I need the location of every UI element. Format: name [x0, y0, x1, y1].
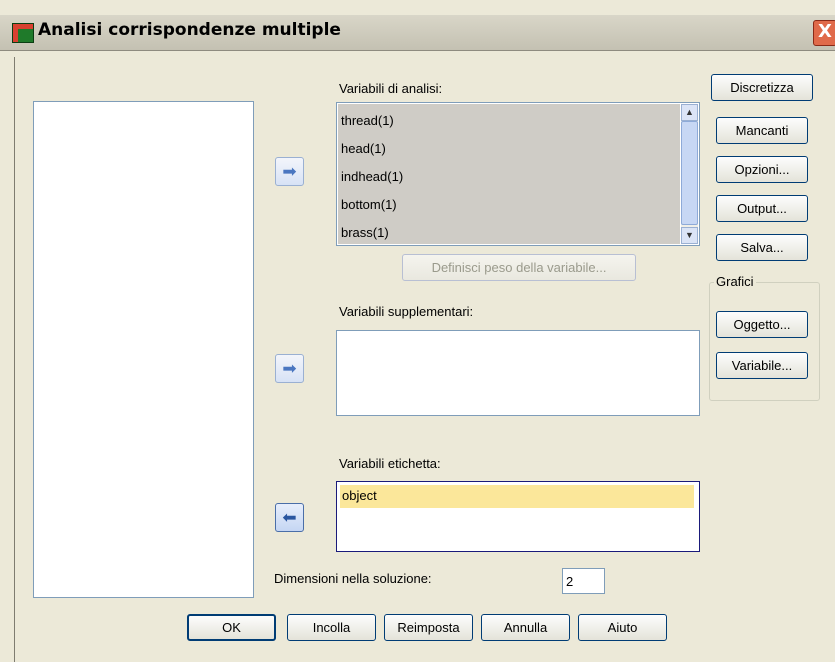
arrow-right-icon: ➡: [282, 359, 297, 378]
labeling-variables-list[interactable]: object: [336, 481, 700, 552]
output-button[interactable]: Output...: [716, 195, 808, 222]
dimensions-label: Dimensioni nella soluzione:: [274, 571, 432, 586]
supplementary-variables-list[interactable]: [336, 330, 700, 416]
window-title: Analisi corrispondenze multiple: [38, 20, 341, 40]
discretize-button[interactable]: Discretizza: [711, 74, 813, 101]
ok-button[interactable]: OK: [187, 614, 276, 641]
scroll-down-icon: ▼: [685, 230, 694, 240]
scroll-up-button[interactable]: ▲: [681, 104, 698, 121]
object-plot-button[interactable]: Oggetto...: [716, 311, 808, 338]
list-item[interactable]: bottom(1): [341, 197, 397, 212]
list-item[interactable]: brass(1): [341, 225, 389, 240]
arrow-left-icon: ⬅: [282, 508, 297, 527]
save-button[interactable]: Salva...: [716, 234, 808, 261]
list-item[interactable]: indhead(1): [341, 169, 403, 184]
move-to-supplementary-button[interactable]: ➡: [275, 354, 304, 383]
plots-group: [709, 282, 820, 401]
variable-plot-button[interactable]: Variabile...: [716, 352, 808, 379]
app-icon: [12, 23, 34, 43]
list-item[interactable]: head(1): [341, 141, 386, 156]
help-button[interactable]: Aiuto: [578, 614, 667, 641]
cancel-button[interactable]: Annulla: [481, 614, 570, 641]
source-variables-list[interactable]: [33, 101, 254, 598]
list-item[interactable]: thread(1): [341, 113, 394, 128]
arrow-right-icon: ➡: [282, 162, 297, 181]
labeling-variables-label: Variabili etichetta:: [339, 456, 441, 471]
define-weight-button[interactable]: Definisci peso della variabile...: [402, 254, 636, 281]
move-to-analysis-button[interactable]: ➡: [275, 157, 304, 186]
scroll-up-icon: ▲: [685, 107, 694, 117]
move-from-labeling-button[interactable]: ⬅: [275, 503, 304, 532]
analysis-variables-list[interactable]: thread(1) head(1) indhead(1) bottom(1) b…: [336, 102, 700, 246]
scroll-thumb[interactable]: [681, 121, 698, 225]
analysis-variables-label: Variabili di analisi:: [339, 81, 443, 96]
vertical-scrollbar[interactable]: ▲ ▼: [681, 104, 698, 244]
list-item-selected[interactable]: object: [340, 485, 694, 508]
supplementary-variables-label: Variabili supplementari:: [339, 304, 474, 319]
reset-button[interactable]: Reimposta: [384, 614, 473, 641]
scroll-down-button[interactable]: ▼: [681, 227, 698, 244]
dialog-window: Analisi corrispondenze multiple X Variab…: [0, 0, 835, 662]
plots-group-legend: Grafici: [714, 274, 756, 289]
options-button[interactable]: Opzioni...: [716, 156, 808, 183]
dimensions-input[interactable]: [562, 568, 605, 594]
close-button[interactable]: X: [813, 20, 835, 46]
paste-button[interactable]: Incolla: [287, 614, 376, 641]
missing-button[interactable]: Mancanti: [716, 117, 808, 144]
